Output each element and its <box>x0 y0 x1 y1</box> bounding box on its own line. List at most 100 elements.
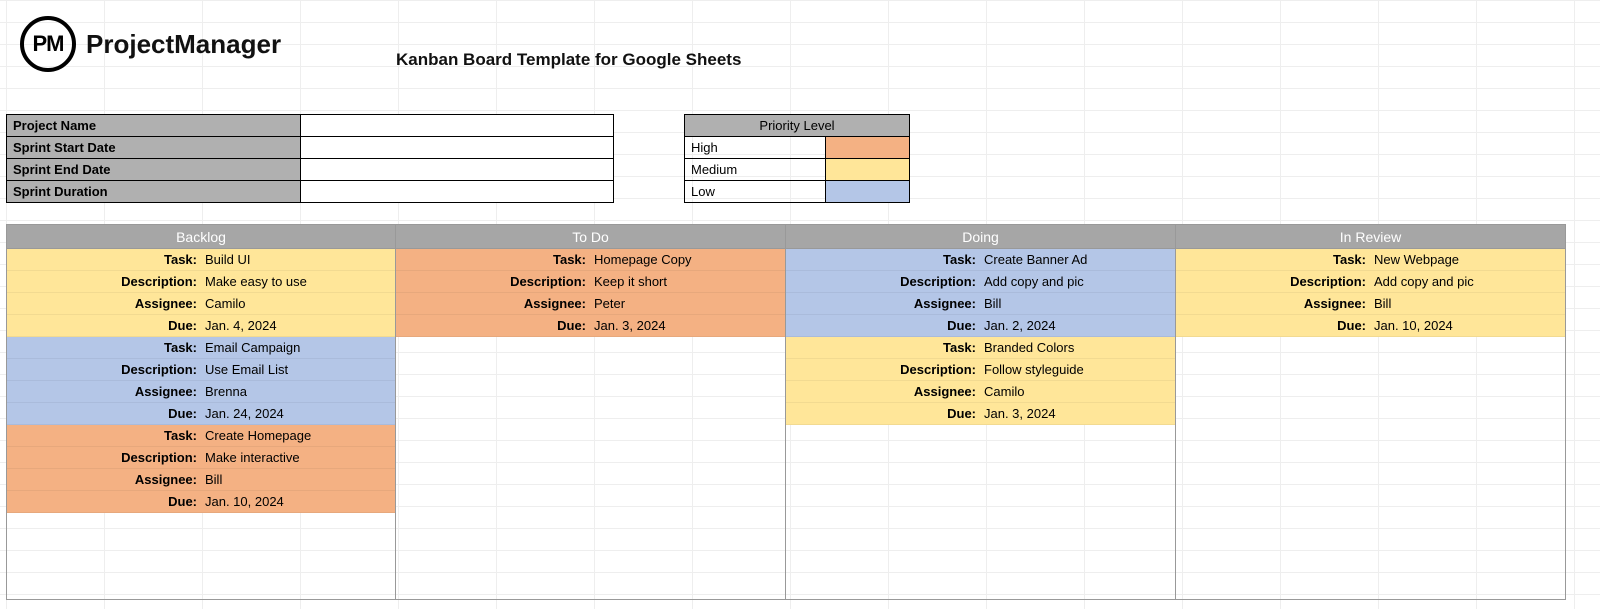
priority-row-high: High <box>685 137 910 159</box>
card-row-assignee: Assignee:Bill <box>1176 293 1565 315</box>
card-row-task: Task:Homepage Copy <box>396 249 785 271</box>
card-field-value-assignee: Peter <box>590 293 785 314</box>
card-field-label: Task: <box>396 249 590 270</box>
card-field-value-task: Branded Colors <box>980 337 1175 358</box>
card-row-description: Description:Keep it short <box>396 271 785 293</box>
card-row-due: Due:Jan. 10, 2024 <box>1176 315 1565 337</box>
card-field-label: Assignee: <box>7 469 201 490</box>
card-row-task: Task:Create Banner Ad <box>786 249 1175 271</box>
meta-value-sprint-end[interactable] <box>300 159 613 181</box>
kanban-card[interactable]: Task:Build UIDescription:Make easy to us… <box>7 249 395 337</box>
card-field-label: Due: <box>786 403 980 424</box>
card-field-value-due: Jan. 10, 2024 <box>1370 315 1565 336</box>
card-field-value-due: Jan. 3, 2024 <box>980 403 1175 424</box>
card-row-assignee: Assignee:Bill <box>7 469 395 491</box>
card-row-description: Description:Make easy to use <box>7 271 395 293</box>
meta-row-project-name: Project Name <box>7 115 614 137</box>
card-field-value-task: Create Banner Ad <box>980 249 1175 270</box>
card-row-task: Task:New Webpage <box>1176 249 1565 271</box>
card-field-value-assignee: Bill <box>201 469 395 490</box>
meta-label: Sprint Start Date <box>7 137 301 159</box>
card-field-label: Description: <box>786 359 980 380</box>
card-field-label: Task: <box>786 249 980 270</box>
priority-name: Low <box>685 181 826 203</box>
card-field-label: Description: <box>7 271 201 292</box>
card-row-due: Due:Jan. 3, 2024 <box>396 315 785 337</box>
card-field-label: Assignee: <box>786 381 980 402</box>
card-field-value-task: Create Homepage <box>201 425 395 446</box>
card-row-task: Task:Create Homepage <box>7 425 395 447</box>
meta-label: Project Name <box>7 115 301 137</box>
card-row-task: Task:Build UI <box>7 249 395 271</box>
priority-row-medium: Medium <box>685 159 910 181</box>
brand-mark: PM <box>20 16 76 72</box>
card-field-label: Assignee: <box>7 293 201 314</box>
card-field-label: Assignee: <box>786 293 980 314</box>
card-row-description: Description:Add copy and pic <box>786 271 1175 293</box>
kanban-card[interactable]: Task:Branded ColorsDescription:Follow st… <box>786 337 1175 425</box>
card-row-assignee: Assignee:Camilo <box>7 293 395 315</box>
priority-swatch-low <box>826 181 910 203</box>
card-field-value-due: Jan. 4, 2024 <box>201 315 395 336</box>
card-row-due: Due:Jan. 2, 2024 <box>786 315 1175 337</box>
meta-value-sprint-duration[interactable] <box>300 181 613 203</box>
card-row-assignee: Assignee:Brenna <box>7 381 395 403</box>
card-field-value-description: Make interactive <box>201 447 395 468</box>
card-field-value-due: Jan. 3, 2024 <box>590 315 785 336</box>
column-header: To Do <box>396 225 785 249</box>
meta-value-project-name[interactable] <box>300 115 613 137</box>
card-field-label: Task: <box>7 337 201 358</box>
card-row-assignee: Assignee:Peter <box>396 293 785 315</box>
card-field-label: Assignee: <box>396 293 590 314</box>
card-row-description: Description:Add copy and pic <box>1176 271 1565 293</box>
meta-label: Sprint End Date <box>7 159 301 181</box>
card-row-description: Description:Use Email List <box>7 359 395 381</box>
card-row-due: Due:Jan. 24, 2024 <box>7 403 395 425</box>
column-header: In Review <box>1176 225 1565 249</box>
meta-value-sprint-start[interactable] <box>300 137 613 159</box>
kanban-card[interactable]: Task:Homepage CopyDescription:Keep it sh… <box>396 249 785 337</box>
card-field-value-description: Make easy to use <box>201 271 395 292</box>
brand-name: ProjectManager <box>86 29 281 60</box>
card-field-value-description: Follow styleguide <box>980 359 1175 380</box>
card-row-due: Due:Jan. 4, 2024 <box>7 315 395 337</box>
kanban-column: To DoTask:Homepage CopyDescription:Keep … <box>396 225 786 599</box>
card-row-task: Task:Branded Colors <box>786 337 1175 359</box>
page-title: Kanban Board Template for Google Sheets <box>396 50 741 70</box>
brand-logo: PM ProjectManager <box>20 16 281 72</box>
kanban-column: DoingTask:Create Banner AdDescription:Ad… <box>786 225 1176 599</box>
priority-swatch-high <box>826 137 910 159</box>
priority-name: High <box>685 137 826 159</box>
card-field-value-due: Jan. 24, 2024 <box>201 403 395 424</box>
meta-row-sprint-duration: Sprint Duration <box>7 181 614 203</box>
column-header: Doing <box>786 225 1175 249</box>
card-field-value-description: Use Email List <box>201 359 395 380</box>
card-field-label: Description: <box>786 271 980 292</box>
priority-legend: Priority Level High Medium Low <box>684 114 910 203</box>
card-field-value-description: Add copy and pic <box>1370 271 1565 292</box>
card-field-label: Due: <box>1176 315 1370 336</box>
column-header: Backlog <box>7 225 395 249</box>
card-field-label: Description: <box>7 447 201 468</box>
card-field-value-assignee: Camilo <box>201 293 395 314</box>
card-field-value-description: Add copy and pic <box>980 271 1175 292</box>
card-field-label: Task: <box>7 425 201 446</box>
priority-name: Medium <box>685 159 826 181</box>
card-field-label: Description: <box>7 359 201 380</box>
card-field-value-task: Build UI <box>201 249 395 270</box>
kanban-card[interactable]: Task:Email CampaignDescription:Use Email… <box>7 337 395 425</box>
kanban-column: In ReviewTask:New WebpageDescription:Add… <box>1176 225 1566 599</box>
card-field-value-description: Keep it short <box>590 271 785 292</box>
card-field-label: Task: <box>7 249 201 270</box>
kanban-card[interactable]: Task:New WebpageDescription:Add copy and… <box>1176 249 1565 337</box>
kanban-card[interactable]: Task:Create HomepageDescription:Make int… <box>7 425 395 513</box>
kanban-board: BacklogTask:Build UIDescription:Make eas… <box>6 224 1566 600</box>
card-field-value-assignee: Camilo <box>980 381 1175 402</box>
card-field-value-assignee: Brenna <box>201 381 395 402</box>
kanban-card[interactable]: Task:Create Banner AdDescription:Add cop… <box>786 249 1175 337</box>
card-field-label: Assignee: <box>7 381 201 402</box>
meta-row-sprint-start: Sprint Start Date <box>7 137 614 159</box>
card-field-label: Due: <box>396 315 590 336</box>
card-field-label: Due: <box>786 315 980 336</box>
card-row-assignee: Assignee:Bill <box>786 293 1175 315</box>
